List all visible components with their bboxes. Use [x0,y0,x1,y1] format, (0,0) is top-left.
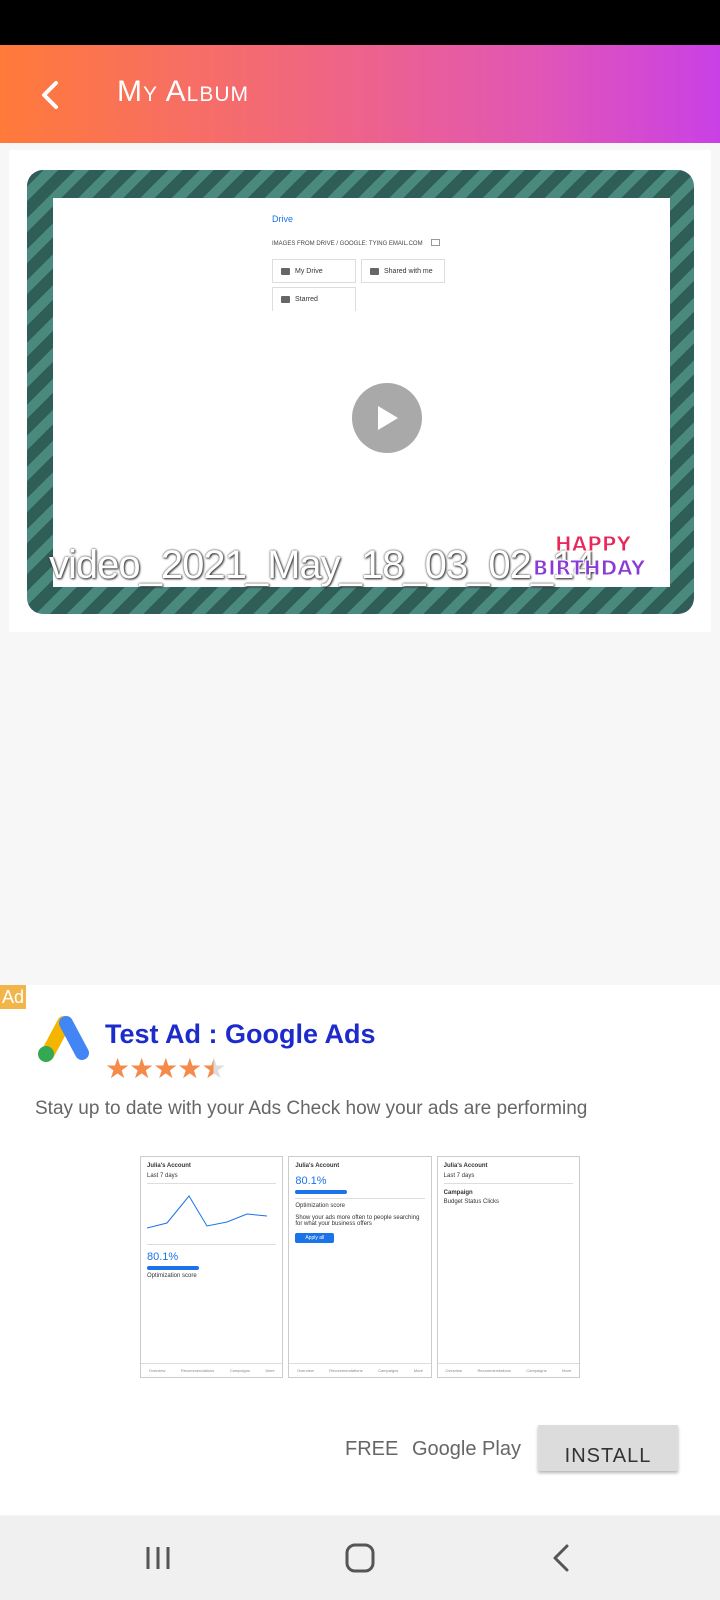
video-card: Drive IMAGES FROM DRIVE / GOOGLE: TYING … [9,150,711,632]
svg-text:BIRTHDAY: BIRTHDAY [533,556,646,580]
chevron-left-icon [42,81,58,109]
ad-store: Google Play [412,1438,521,1460]
home-button[interactable] [338,1538,382,1578]
video-thumbnail[interactable]: Drive IMAGES FROM DRIVE / GOOGLE: TYING … [27,170,694,614]
screen-metric: 80.1% [295,1175,327,1187]
screen-account: Julia's Account [147,1163,191,1169]
screen-button: Apply all [295,1233,335,1243]
screen-metric-label: Show your ads more often to people searc… [295,1215,420,1227]
rating-stars: ★★★★★ [105,1052,227,1085]
svg-text:HAPPY: HAPPY [555,532,632,556]
status-bar [0,0,720,45]
recents-icon [146,1547,170,1569]
ad-image[interactable]: Julia's Account Last 7 days 80.1% Optimi… [140,1156,580,1378]
screen-account: Julia's Account [443,1163,488,1169]
ad-screen: Julia's Account Last 7 days 80.1% Optimi… [140,1156,284,1378]
screen-metric-label: Optimization score [147,1273,197,1279]
play-icon [378,406,398,430]
back-nav-button[interactable] [539,1538,583,1578]
screen-subtitle: Optimization score [295,1203,346,1209]
screen-metric: Campaign [443,1190,473,1196]
star-icons: ★★★★ [105,1053,202,1084]
ad-panel[interactable]: Test Ad : Google Ads ★★★★★ Stay up to da… [0,985,720,1515]
happy-birthday-sticker: HAPPY BIRTHDAY [533,532,647,581]
ad-price: FREE [345,1438,399,1460]
screen-subtitle: Last 7 days [147,1173,178,1179]
grid-view-icon [431,239,440,246]
folder-item: My Drive [272,259,356,283]
install-button[interactable]: INSTALL [538,1425,678,1471]
play-button[interactable] [352,383,422,453]
folder-item: Shared with me [361,259,445,283]
recents-button[interactable] [136,1538,180,1578]
google-ads-logo-icon [38,1016,89,1062]
folder-item: Starred [272,287,356,311]
ad-description: Stay up to date with your Ads Check how … [35,1098,588,1119]
page-title: My Album [117,75,250,108]
ad-badge: Ad [0,985,26,1009]
back-icon [553,1544,569,1572]
line-chart [146,1195,268,1229]
system-nav-bar [0,1516,720,1600]
screen-account: Julia's Account [295,1163,340,1169]
half-star-icon: ★ [201,1053,226,1084]
home-icon [345,1543,375,1573]
video-name: video_2021_May_18_03_02_14 [49,543,596,587]
screen-subtitle: Last 7 days [443,1173,475,1179]
back-button[interactable] [28,73,72,117]
drive-label: Drive [272,214,294,224]
ad-screen: Julia's Account Last 7 days Campaign Bud… [436,1156,580,1378]
app-bar: My Album [0,45,720,143]
ad-title[interactable]: Test Ad : Google Ads [105,1019,376,1050]
screen-metric: 80.1% [147,1251,179,1263]
screen-metric-label: Budget Status Clicks [443,1199,500,1205]
ad-screen: Julia's Account 80.1% Optimization score… [288,1156,432,1378]
drive-path: IMAGES FROM DRIVE / GOOGLE: TYING EMAIL.… [272,241,423,247]
